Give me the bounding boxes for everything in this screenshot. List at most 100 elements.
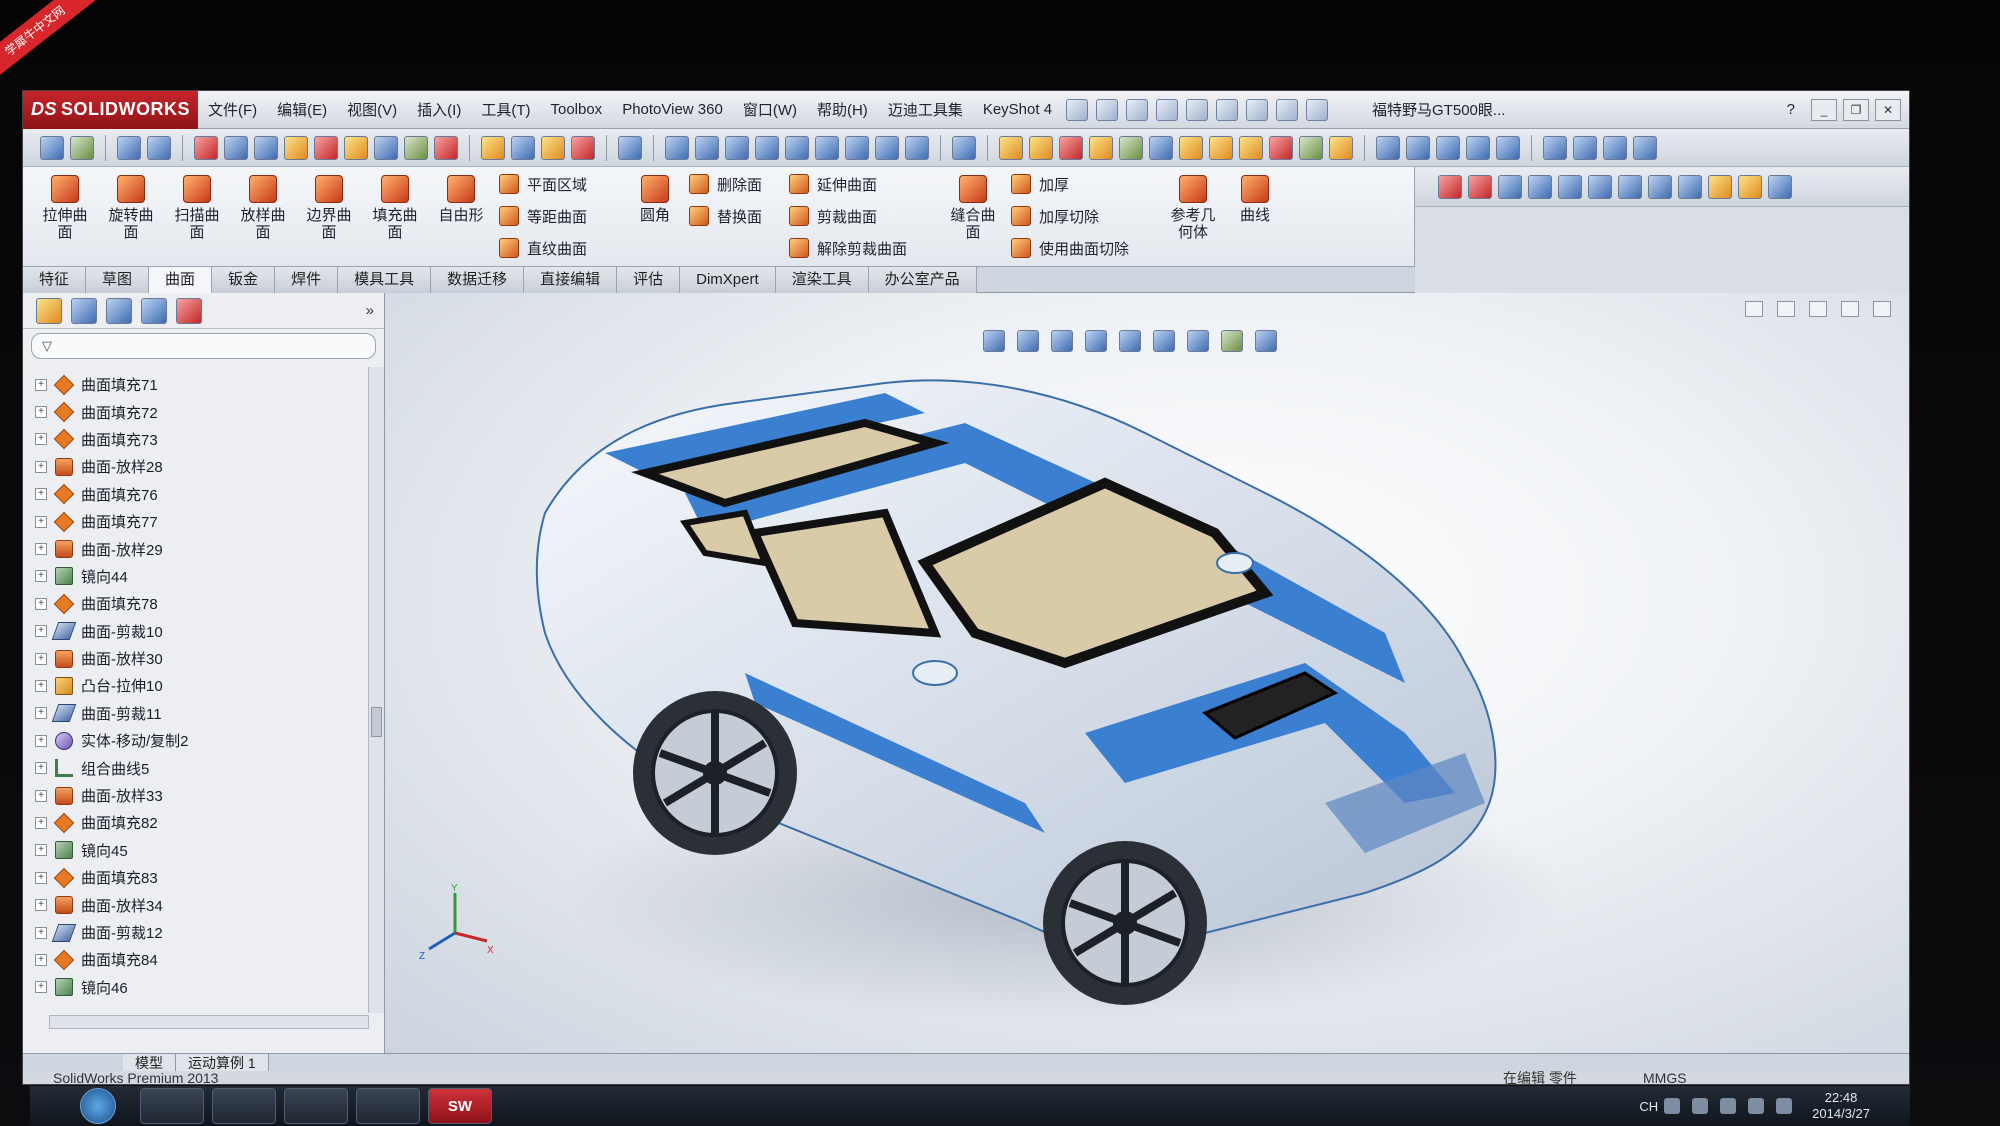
- trim-surface-button[interactable]: 剪裁曲面: [789, 203, 877, 229]
- view-dimetric-icon[interactable]: [905, 135, 929, 160]
- tree-item[interactable]: + 曲面-放样33: [23, 782, 368, 809]
- expand-toggle-icon[interactable]: +: [35, 515, 47, 528]
- rib-icon[interactable]: [1209, 135, 1233, 160]
- measure-grid-icon[interactable]: [1466, 135, 1490, 160]
- deviation-icon[interactable]: [571, 135, 595, 160]
- tree-item[interactable]: + 曲面-放样28: [23, 453, 368, 480]
- viewport-restore-icon[interactable]: [1841, 301, 1859, 317]
- view-front-icon[interactable]: [665, 135, 689, 160]
- expand-toggle-icon[interactable]: +: [35, 707, 47, 720]
- tree-item[interactable]: + 曲面-剪裁12: [23, 919, 368, 946]
- tree-item[interactable]: + 曲面-放样29: [23, 535, 368, 562]
- dome-icon[interactable]: [1269, 135, 1293, 160]
- ruled-surface-button[interactable]: 直纹曲面: [499, 235, 587, 261]
- extend-surface-button[interactable]: 延伸曲面: [789, 171, 877, 197]
- parting-line-icon[interactable]: [1498, 174, 1522, 199]
- view-iso-icon[interactable]: [845, 135, 869, 160]
- orange-box-2-icon[interactable]: [1738, 174, 1762, 199]
- mass-properties-icon[interactable]: [254, 135, 278, 160]
- offset-surface-button[interactable]: 等距曲面: [499, 203, 587, 229]
- expand-toggle-icon[interactable]: +: [35, 844, 47, 857]
- parting-surface-icon[interactable]: [1558, 174, 1582, 199]
- expand-toggle-icon[interactable]: +: [35, 597, 47, 610]
- tree-item[interactable]: + 曲面填充77: [23, 508, 368, 535]
- tree-item[interactable]: + 曲面填充83: [23, 864, 368, 891]
- tab-model[interactable]: 模型: [123, 1054, 176, 1071]
- display-manager-tab-icon[interactable]: [176, 297, 202, 324]
- print-icon[interactable]: [1186, 98, 1209, 121]
- expand-toggle-icon[interactable]: +: [35, 953, 47, 966]
- draft-icon[interactable]: [1239, 135, 1263, 160]
- swept-surface-button[interactable]: 扫描曲 面: [165, 175, 229, 241]
- tree-vertical-scrollbar[interactable]: [368, 367, 384, 1013]
- fillet-button[interactable]: 圆角: [623, 175, 687, 224]
- lofted-surface-button[interactable]: 放样曲 面: [231, 175, 295, 241]
- open-folder-icon[interactable]: [1126, 98, 1149, 121]
- tab-dimxpert[interactable]: DimXpert: [680, 267, 776, 293]
- equations-icon[interactable]: [344, 135, 368, 160]
- tree-item[interactable]: + 曲面-剪裁11: [23, 700, 368, 727]
- tree-item[interactable]: + 曲面填充72: [23, 398, 368, 425]
- measure-icon[interactable]: [224, 135, 248, 160]
- tree-item[interactable]: + 曲面填充76: [23, 481, 368, 508]
- tab-render-tools[interactable]: 渲染工具: [775, 267, 869, 293]
- move-icon[interactable]: [618, 135, 642, 160]
- view-top-icon[interactable]: [785, 135, 809, 160]
- view-right-icon[interactable]: [755, 135, 779, 160]
- viewport-split-icon[interactable]: [1745, 301, 1763, 317]
- viewport-minimize-icon[interactable]: [1809, 301, 1827, 317]
- shell-icon[interactable]: [1179, 135, 1203, 160]
- menu-insert[interactable]: 插入(I): [407, 99, 471, 120]
- tab-evaluate[interactable]: 评估: [617, 267, 681, 293]
- view-back-icon[interactable]: [695, 135, 719, 160]
- expand-toggle-icon[interactable]: +: [35, 789, 47, 802]
- point-icon[interactable]: [1543, 135, 1567, 160]
- keyboard-icon[interactable]: [1664, 1098, 1681, 1114]
- chamfer-icon[interactable]: [1149, 135, 1173, 160]
- thicken-button[interactable]: 加厚: [1011, 171, 1069, 197]
- tree-item[interactable]: + 曲面-放样30: [23, 645, 368, 672]
- start-button[interactable]: [80, 1088, 116, 1124]
- expand-toggle-icon[interactable]: +: [35, 460, 47, 473]
- ruled-icon[interactable]: [1588, 174, 1612, 199]
- list-icon[interactable]: [1436, 135, 1460, 160]
- help-tray-icon[interactable]: [1692, 1098, 1709, 1114]
- angle-icon[interactable]: [1496, 135, 1520, 160]
- expand-toggle-icon[interactable]: +: [35, 816, 47, 829]
- expand-toggle-icon[interactable]: +: [35, 762, 47, 775]
- filled-surface-button[interactable]: 填充曲 面: [363, 175, 427, 241]
- tree-item[interactable]: + 曲面填充73: [23, 426, 368, 453]
- tree-item[interactable]: + 组合曲线5: [23, 754, 368, 781]
- smart-dimension-icon[interactable]: [1029, 135, 1053, 160]
- planar-surface-button[interactable]: 平面区域: [499, 171, 587, 197]
- tab-direct-editing[interactable]: 直接编辑: [524, 267, 618, 293]
- menu-window[interactable]: 窗口(W): [733, 99, 807, 120]
- sketch-icon[interactable]: [147, 135, 171, 160]
- orange-box-icon[interactable]: [1708, 174, 1732, 199]
- rebuild-icon[interactable]: [1276, 98, 1299, 121]
- revolved-surface-button[interactable]: 旋转曲 面: [99, 175, 163, 241]
- expand-toggle-icon[interactable]: +: [35, 981, 47, 994]
- expand-toggle-icon[interactable]: +: [35, 378, 47, 391]
- select-cursor-icon[interactable]: [1246, 98, 1269, 121]
- graphics-area[interactable]: Y X Z: [385, 293, 1909, 1053]
- taskbar-photos-icon[interactable]: [140, 1088, 204, 1124]
- tree-item[interactable]: + 曲面填充71: [23, 371, 368, 398]
- expand-toggle-icon[interactable]: +: [35, 899, 47, 912]
- feature-manager-tab-icon[interactable]: [36, 297, 62, 324]
- zebra-icon[interactable]: [511, 135, 535, 160]
- menu-keyshot[interactable]: KeyShot 4: [973, 101, 1062, 118]
- property-manager-tab-icon[interactable]: [71, 297, 97, 324]
- polygon-icon[interactable]: [1633, 135, 1657, 160]
- tree-item[interactable]: + 凸台-拉伸10: [23, 672, 368, 699]
- tab-data-migration[interactable]: 数据迁移: [431, 267, 525, 293]
- menu-view[interactable]: 视图(V): [337, 99, 407, 120]
- model-icon[interactable]: [70, 135, 94, 160]
- menu-photoview[interactable]: PhotoView 360: [612, 101, 733, 118]
- menu-toolbox[interactable]: Toolbox: [540, 101, 612, 118]
- sum-icon[interactable]: [374, 135, 398, 160]
- tab-surfaces[interactable]: 曲面: [149, 267, 213, 293]
- replace-face-button[interactable]: 替换面: [689, 203, 762, 229]
- expand-toggle-icon[interactable]: +: [35, 871, 47, 884]
- draft-analysis-icon[interactable]: [541, 135, 565, 160]
